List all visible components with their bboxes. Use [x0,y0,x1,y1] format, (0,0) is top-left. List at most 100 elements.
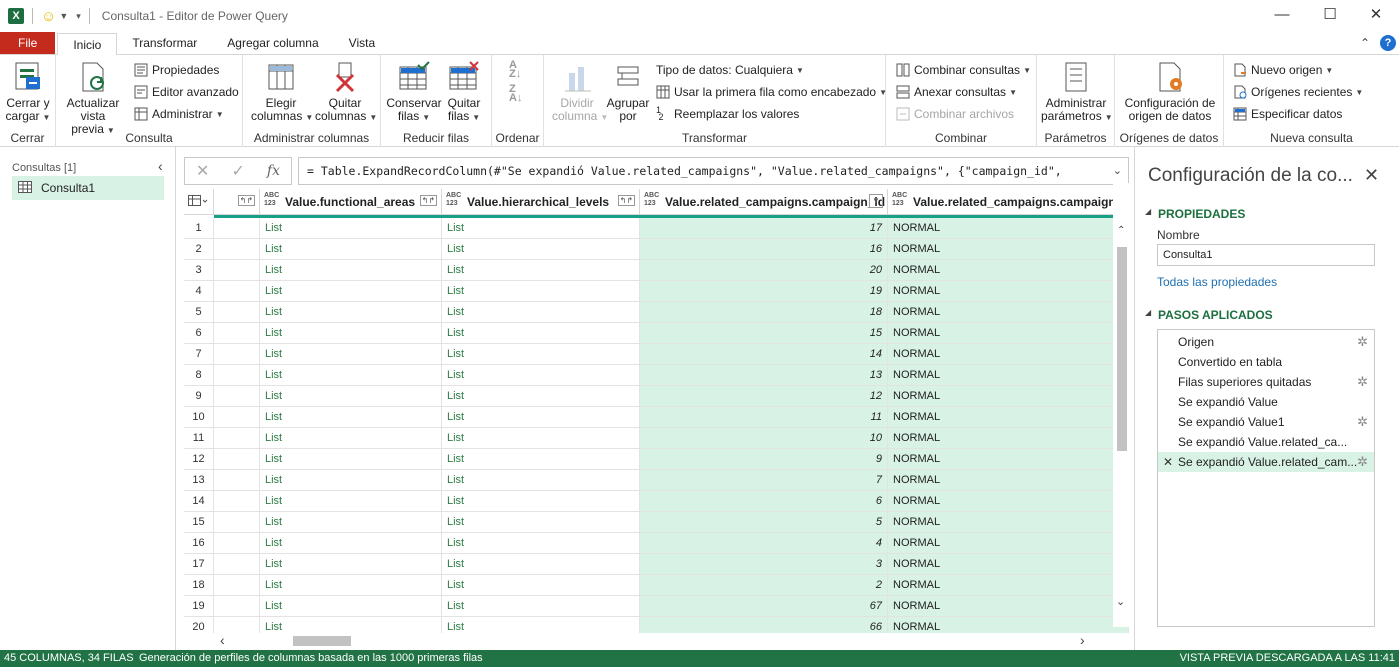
table-cell-list[interactable]: List [260,470,442,491]
step-settings-gear-icon[interactable]: ✲ [1357,332,1368,352]
table-cell-list[interactable]: List [260,428,442,449]
table-cell-list[interactable]: List [260,260,442,281]
expand-column-icon[interactable]: ↰↱ [419,195,437,206]
table-menu-icon[interactable] [184,189,214,215]
enter-data-button[interactable]: Especificar datos [1233,107,1342,121]
table-cell-list[interactable]: List [260,512,442,533]
manage-button[interactable]: Administrar ▼ [134,107,224,121]
new-source-button[interactable]: Nuevo origen ▼ [1233,63,1333,77]
scroll-right-icon[interactable]: › [1080,632,1085,648]
recent-sources-button[interactable]: Orígenes recientes ▼ [1233,85,1363,99]
step-settings-gear-icon[interactable]: ✲ [1357,412,1368,432]
applied-step-item[interactable]: Origen ✲ [1158,332,1374,352]
column-header-campaign-mode[interactable]: ABC123 Value.related_campaigns.campaign_… [888,189,1129,215]
remove-columns-button[interactable]: Quitar columnas ▼ [315,61,377,124]
minimize-icon[interactable]: — [1259,0,1305,32]
expand-column-icon[interactable]: ↰↱ [237,195,255,206]
step-settings-gear-icon[interactable]: ✲ [1357,452,1368,472]
sort-ascending-icon[interactable]: A Z↓ [509,60,521,80]
remove-rows-button[interactable]: Quitar filas ▼ [443,61,485,124]
table-cell-list[interactable]: List [442,533,640,554]
type-any-icon[interactable]: ABC 123 [446,192,461,208]
applied-step-item[interactable]: Se expandió Value [1158,392,1374,412]
formula-input[interactable]: = Table.ExpandRecordColumn(#"Se expandió… [298,157,1129,185]
column-header-partial[interactable]: ↰↱ [214,189,260,215]
column-header-hierarchical-levels[interactable]: ABC 123 Value.hierarchical_levels ↰↱ [442,189,640,215]
combine-files-button[interactable]: Combinar archivos [896,107,1014,121]
group-by-button[interactable]: Agrupar por [604,61,652,123]
column-header-functional-areas[interactable]: ABC 123 Value.functional_areas ↰↱ [260,189,442,215]
applied-steps-section-header[interactable]: ◢ PASOS APLICADOS [1145,308,1273,322]
applied-step-item[interactable]: Se expandió Value.related_ca... [1158,432,1374,452]
applied-step-item[interactable]: Se expandió Value1 ✲ [1158,412,1374,432]
expand-formula-icon[interactable]: ⌄ [1108,158,1122,184]
table-cell-list[interactable]: List [260,575,442,596]
horizontal-scroll-thumb[interactable] [293,636,351,646]
table-cell-list[interactable]: List [260,302,442,323]
type-any-icon[interactable]: ABC 123 [892,192,907,208]
vertical-scrollbar[interactable]: ⌃ ⌄ [1113,183,1130,627]
table-cell-list[interactable]: List [442,575,640,596]
scroll-left-icon[interactable]: ‹ [220,632,225,648]
table-cell-list[interactable]: List [442,512,640,533]
table-cell-list[interactable]: List [442,428,640,449]
replace-values-button[interactable]: 1 2 Reemplazar los valores [656,106,799,122]
data-type-dropdown[interactable]: Tipo de datos: Cualquiera ▼ [656,63,804,77]
close-load-button[interactable]: Cerrar y cargar ▼ [4,61,52,124]
collapse-pane-icon[interactable]: ‹ [158,158,163,174]
table-cell-list[interactable]: List [260,323,442,344]
tab-transformar[interactable]: Transformar [117,32,212,54]
close-icon[interactable]: ✕ [1353,0,1399,32]
all-properties-link[interactable]: Todas las propiedades [1157,275,1277,289]
applied-step-item[interactable]: ✕ Se expandió Value.related_cam... ✲ [1158,452,1374,472]
applied-step-item[interactable]: Convertido en tabla [1158,352,1374,372]
cancel-icon[interactable]: ✕ [196,161,209,181]
feedback-smiley-icon[interactable]: ☺ [41,8,56,25]
table-cell-list[interactable]: List [260,617,442,633]
expand-column-icon[interactable]: ↰↱ [617,195,635,206]
sort-descending-icon[interactable]: Z A↓ [509,84,522,104]
table-cell-list[interactable]: List [260,596,442,617]
collapse-ribbon-icon[interactable]: ⌃ [1360,32,1370,54]
table-cell-list[interactable]: List [442,617,640,633]
table-cell-list[interactable]: List [442,596,640,617]
advanced-editor-button[interactable]: Editor avanzado [134,85,239,99]
type-any-icon[interactable]: ABC 123 [644,192,659,208]
manage-parameters-button[interactable]: Administrar parámetros ▼ [1041,61,1113,124]
quick-access-dropdown-icon[interactable]: ▼ [59,11,68,21]
table-cell-list[interactable]: List [260,449,442,470]
query-item-consulta1[interactable]: Consulta1 [12,176,164,200]
table-cell-list[interactable]: List [260,218,442,239]
table-cell-list[interactable]: List [260,281,442,302]
close-pane-icon[interactable]: ✕ [1364,165,1379,186]
refresh-preview-button[interactable]: Actualizar vista previa ▼ [60,61,126,137]
table-cell-list[interactable]: List [442,386,640,407]
table-cell-list[interactable]: List [442,302,640,323]
keep-rows-button[interactable]: Conservar filas ▼ [385,61,443,124]
scroll-up-icon[interactable]: ⌃ [1117,225,1125,236]
properties-button[interactable]: Propiedades [134,63,219,77]
table-cell-list[interactable]: List [442,281,640,302]
table-cell-list[interactable]: List [260,533,442,554]
maximize-icon[interactable]: ☐ [1307,0,1353,32]
scroll-down-icon[interactable]: ⌄ [1116,595,1125,608]
table-cell-list[interactable]: List [260,386,442,407]
table-cell-list[interactable]: List [260,554,442,575]
append-queries-button[interactable]: Anexar consultas ▼ [896,85,1017,99]
type-any-icon[interactable]: ABC 123 [264,192,279,208]
applied-step-item[interactable]: Filas superiores quitadas ✲ [1158,372,1374,392]
help-icon[interactable]: ? [1380,35,1396,51]
merge-queries-button[interactable]: Combinar consultas ▼ [896,63,1031,77]
table-cell-list[interactable]: List [260,344,442,365]
tab-vista[interactable]: Vista [334,32,390,54]
vertical-scroll-thumb[interactable] [1117,247,1127,451]
properties-section-header[interactable]: ◢ PROPIEDADES [1145,207,1245,221]
table-cell-list[interactable]: List [442,449,640,470]
table-cell-list[interactable]: List [442,344,640,365]
table-cell-list[interactable]: List [442,491,640,512]
table-cell-list[interactable]: List [442,554,640,575]
query-name-input[interactable] [1157,244,1375,266]
step-settings-gear-icon[interactable]: ✲ [1357,372,1368,392]
delete-step-icon[interactable]: ✕ [1163,452,1173,472]
filter-dropdown-icon[interactable]: ▼ [869,194,883,208]
